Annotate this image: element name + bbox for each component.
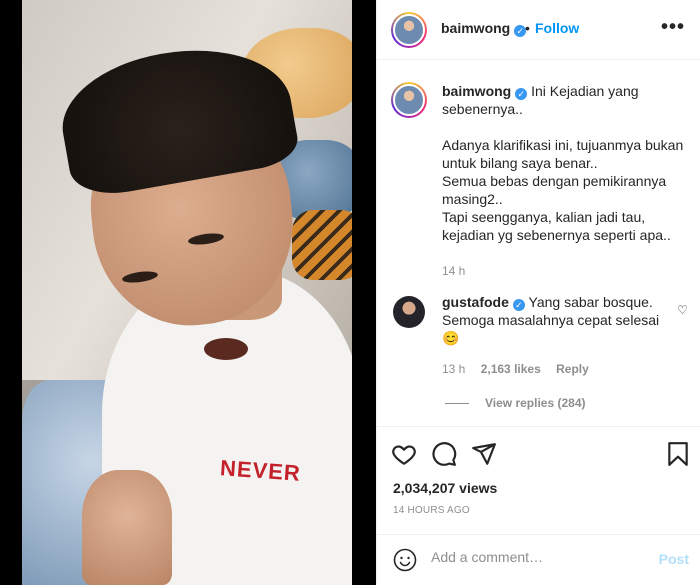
verified-icon: ✓ [512,299,525,311]
caption-username[interactable]: baimwong [442,83,511,99]
author-username[interactable]: baimwong [441,20,510,36]
comment-like-heart-icon[interactable]: ♡ [677,303,688,317]
shirt-print-text: NEVER [219,455,302,486]
caption-line: masing2.. [442,191,503,207]
comment: gustafode ✓ Yang sabar bosque. Semoga mas… [442,293,672,347]
add-comment-bar: Post [377,534,700,585]
hand [82,470,172,585]
post-panel: baimwong ✓ • Follow ••• baimwong ✓ Ini Kej… [376,0,700,585]
more-icon[interactable]: ••• [661,16,685,39]
caption-time[interactable]: 14 h [442,262,687,280]
author-avatar[interactable] [391,12,427,48]
commenter-username[interactable]: gustafode [442,294,509,310]
post-timestamp[interactable]: 14 HOURS AGO [393,505,470,516]
video-frame[interactable]: NEVER [22,0,352,585]
view-count[interactable]: 2,034,207 views [393,480,497,496]
comment-icon[interactable] [431,441,457,467]
caption-avatar[interactable] [391,82,427,118]
bookmark-icon[interactable] [665,441,691,467]
emoji-icon[interactable] [393,548,417,572]
caption-line: Semua bebas dengan pemikirannya [442,173,667,189]
comment-meta: 13 h 2,163 likes Reply [442,362,601,376]
comment-time[interactable]: 13 h [442,362,465,376]
author-name-row: baimwong ✓ [441,20,527,37]
action-bar [377,426,700,478]
reply-button[interactable]: Reply [556,362,589,376]
share-icon[interactable] [471,441,497,467]
separator-dot: • [525,20,530,36]
tiger-pillow [292,210,352,280]
caption-line: Tapi seengganya, kalian jadi tau, [442,209,646,225]
caption-line: untuk bilang saya benar.. [442,155,598,171]
comment-likes[interactable]: 2,163 likes [481,362,541,376]
comment-text: Yang sabar bosque. [528,294,653,310]
post-caption: baimwong ✓ Ini Kejadian yang sebenernya..… [442,82,687,280]
commenter-avatar[interactable] [393,296,425,328]
heart-icon[interactable] [391,441,417,467]
verified-icon: ✓ [515,88,528,100]
mouth [204,338,248,360]
caption-line: Ini Kejadian yang [531,83,639,99]
caption-line: Adanya klarifikasi ini, tujuanmya bukan [442,137,684,153]
caption-line: kejadian yg sebenernya seperti apa.. [442,227,671,243]
caption-line: sebenernya.. [442,101,523,117]
view-replies-button[interactable]: View replies (284) [445,396,586,410]
post-comment-button[interactable]: Post [659,551,689,567]
post-media[interactable]: NEVER [0,0,376,585]
comment-emoji: 😊 [442,330,460,346]
post-header: baimwong ✓ • Follow ••• [377,0,700,60]
follow-button[interactable]: Follow [535,20,579,36]
comment-text: Semoga masalahnya cepat selesai [442,312,660,328]
comment-input[interactable] [431,549,641,565]
